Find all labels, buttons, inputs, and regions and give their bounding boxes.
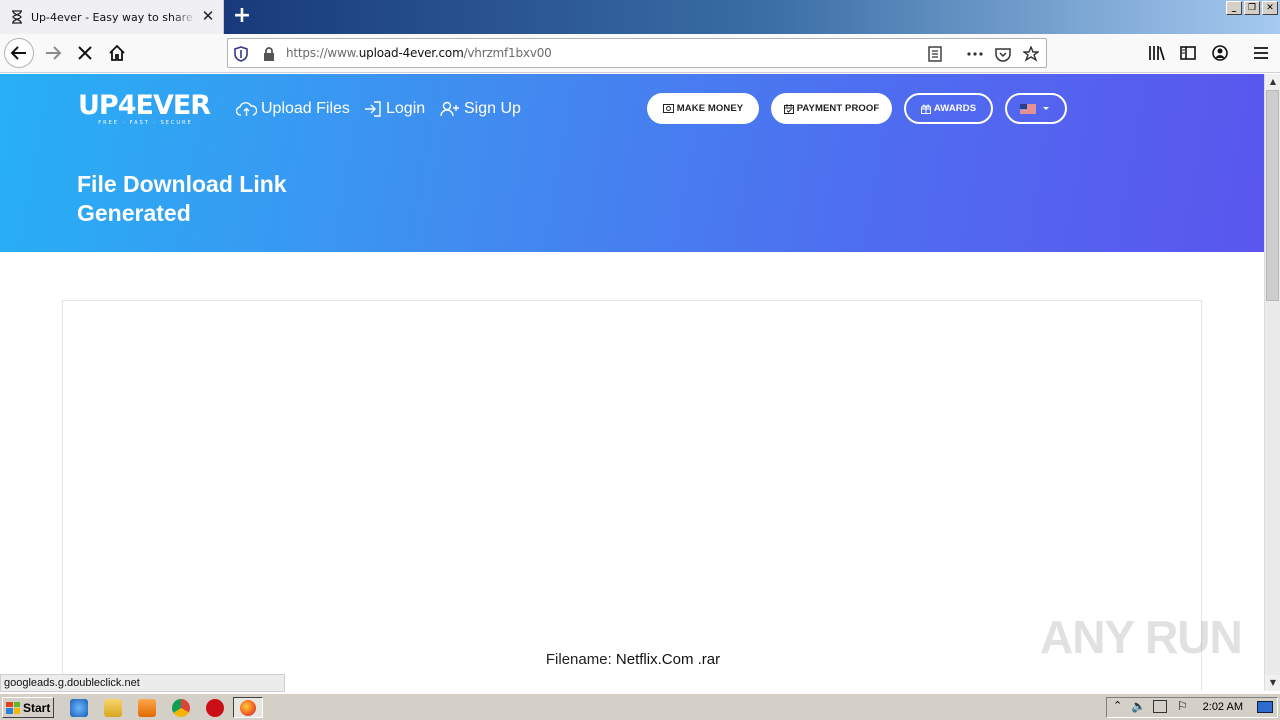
restore-button[interactable]: ❐ bbox=[1244, 1, 1260, 15]
awards-label: AWARDS bbox=[933, 103, 977, 114]
anyrun-watermark: ANY RUN bbox=[1040, 611, 1243, 663]
library-icon bbox=[1149, 46, 1165, 61]
page-viewport: UP4EVER FREE · FAST · SECURE Upload File… bbox=[0, 74, 1264, 691]
firefox-taskbar-button[interactable] bbox=[233, 697, 263, 718]
payment-proof-button[interactable]: PAYMENT PROOF bbox=[771, 93, 892, 124]
new-tab-button[interactable]: + bbox=[230, 4, 254, 28]
hamburger-menu-icon bbox=[1254, 47, 1268, 59]
shield-icon[interactable] bbox=[232, 45, 250, 63]
nav-sign-up[interactable]: Sign Up bbox=[440, 98, 521, 120]
page-title-line2: Generated bbox=[77, 200, 191, 226]
us-flag-icon bbox=[1019, 103, 1036, 114]
hourglass-icon bbox=[12, 10, 22, 24]
url-bar[interactable]: https://www.upload-4ever.com/vhrzmf1bxv0… bbox=[227, 38, 1047, 68]
network-icon[interactable] bbox=[1153, 700, 1167, 713]
filename-label: Filename: bbox=[545, 651, 612, 668]
internet-explorer-icon[interactable] bbox=[70, 699, 88, 717]
library-button[interactable] bbox=[1142, 38, 1172, 68]
make-money-button[interactable]: MAKE MONEY bbox=[647, 93, 759, 124]
site-logo[interactable]: UP4EVER FREE · FAST · SECURE bbox=[78, 90, 213, 127]
nav-signup-label: Sign Up bbox=[464, 100, 521, 117]
window-controls: _ ❐ ✕ bbox=[1226, 1, 1278, 15]
back-button[interactable] bbox=[4, 38, 34, 68]
stop-icon bbox=[78, 46, 92, 60]
windows-logo-icon bbox=[6, 701, 20, 714]
forward-button[interactable] bbox=[38, 38, 68, 68]
nav-upload-label: Upload Files bbox=[261, 100, 350, 117]
money-icon bbox=[662, 104, 674, 113]
bookmark-star-icon[interactable] bbox=[1022, 45, 1040, 63]
close-tab-icon[interactable]: ✕ bbox=[201, 9, 215, 24]
hero-header: UP4EVER FREE · FAST · SECURE Upload File… bbox=[0, 74, 1264, 252]
scroll-down-arrow[interactable]: ▼ bbox=[1265, 675, 1280, 691]
login-icon bbox=[365, 101, 381, 117]
back-arrow-icon bbox=[10, 46, 26, 60]
payment-proof-label: PAYMENT PROOF bbox=[796, 103, 880, 114]
action-center-flag-icon[interactable]: ⚐ bbox=[1177, 699, 1188, 713]
forward-arrow-icon bbox=[46, 46, 62, 60]
tab-strip: Up-4ever - Easy way to share your files … bbox=[0, 0, 1280, 34]
filename-row: Filename: Netflix.Com .rar bbox=[63, 651, 1203, 668]
user-plus-icon bbox=[440, 101, 459, 117]
sidebar-icon bbox=[1180, 46, 1196, 60]
url-prefix: https://www. bbox=[286, 46, 359, 60]
nav-login-label: Login bbox=[386, 100, 426, 117]
media-player-icon[interactable] bbox=[138, 699, 156, 717]
account-button[interactable] bbox=[1205, 38, 1235, 68]
start-button[interactable]: Start bbox=[2, 697, 54, 718]
volume-icon[interactable]: 🔈 bbox=[1131, 699, 1146, 713]
gift-icon bbox=[920, 104, 931, 114]
download-card: Filename: Netflix.Com .rar bbox=[62, 300, 1202, 691]
start-label: Start bbox=[23, 700, 51, 715]
calendar-check-icon bbox=[783, 103, 794, 114]
status-bar: googleads.g.doubleclick.net bbox=[0, 674, 285, 692]
scroll-thumb[interactable] bbox=[1266, 90, 1279, 301]
url-domain: upload-4ever.com bbox=[358, 46, 464, 60]
navigation-toolbar: https://www.upload-4ever.com/vhrzmf1bxv0… bbox=[0, 34, 1280, 73]
make-money-label: MAKE MONEY bbox=[676, 103, 744, 114]
opera-icon[interactable] bbox=[206, 699, 224, 717]
logo-text: UP4EVER bbox=[78, 90, 211, 121]
chrome-icon[interactable] bbox=[172, 699, 190, 717]
system-tray: ⌃ 🔈 ⚐ 2:02 AM bbox=[1106, 697, 1278, 718]
awards-button[interactable]: AWARDS bbox=[904, 93, 993, 124]
tab-title: Up-4ever - Easy way to share your files bbox=[31, 10, 197, 24]
firefox-icon bbox=[240, 700, 256, 716]
lock-icon[interactable] bbox=[260, 45, 278, 63]
browser-tab[interactable]: Up-4ever - Easy way to share your files … bbox=[0, 0, 224, 34]
taskbar-clock[interactable]: 2:02 AM bbox=[1203, 701, 1243, 713]
language-selector[interactable] bbox=[1005, 93, 1067, 124]
stop-button[interactable] bbox=[70, 38, 100, 68]
account-icon bbox=[1212, 45, 1228, 61]
cloud-upload-icon bbox=[236, 102, 257, 116]
folder-icon[interactable] bbox=[104, 699, 122, 717]
vertical-scrollbar[interactable]: ▲ ▼ bbox=[1264, 74, 1280, 691]
home-icon bbox=[109, 44, 125, 61]
filename-value: Netflix.Com .rar bbox=[615, 651, 721, 668]
close-window-button[interactable]: ✕ bbox=[1262, 1, 1278, 15]
nav-upload-files[interactable]: Upload Files bbox=[236, 98, 350, 120]
show-desktop-icon[interactable] bbox=[1257, 701, 1273, 713]
caret-down-icon bbox=[1042, 107, 1049, 110]
minimize-button[interactable]: _ bbox=[1226, 1, 1242, 15]
url-path: /vhrzmf1bxv00 bbox=[463, 46, 552, 60]
tray-expand-icon[interactable]: ⌃ bbox=[1113, 699, 1122, 712]
url-text: https://www.upload-4ever.com/vhrzmf1bxv0… bbox=[286, 46, 552, 60]
pocket-icon[interactable] bbox=[994, 45, 1012, 63]
page-title-line1: File Download Link bbox=[77, 171, 287, 197]
windows-taskbar: Start ⌃ 🔈 ⚐ 2:02 AM bbox=[0, 693, 1280, 720]
menu-button[interactable] bbox=[1246, 38, 1276, 68]
nav-login[interactable]: Login bbox=[364, 98, 425, 120]
more-actions-icon[interactable] bbox=[966, 45, 984, 63]
home-button[interactable] bbox=[102, 38, 132, 68]
sidebar-button[interactable] bbox=[1173, 38, 1203, 68]
reader-view-icon[interactable] bbox=[926, 45, 944, 63]
page-title: File Download Link Generated bbox=[77, 170, 337, 228]
scroll-up-arrow[interactable]: ▲ bbox=[1265, 74, 1280, 90]
